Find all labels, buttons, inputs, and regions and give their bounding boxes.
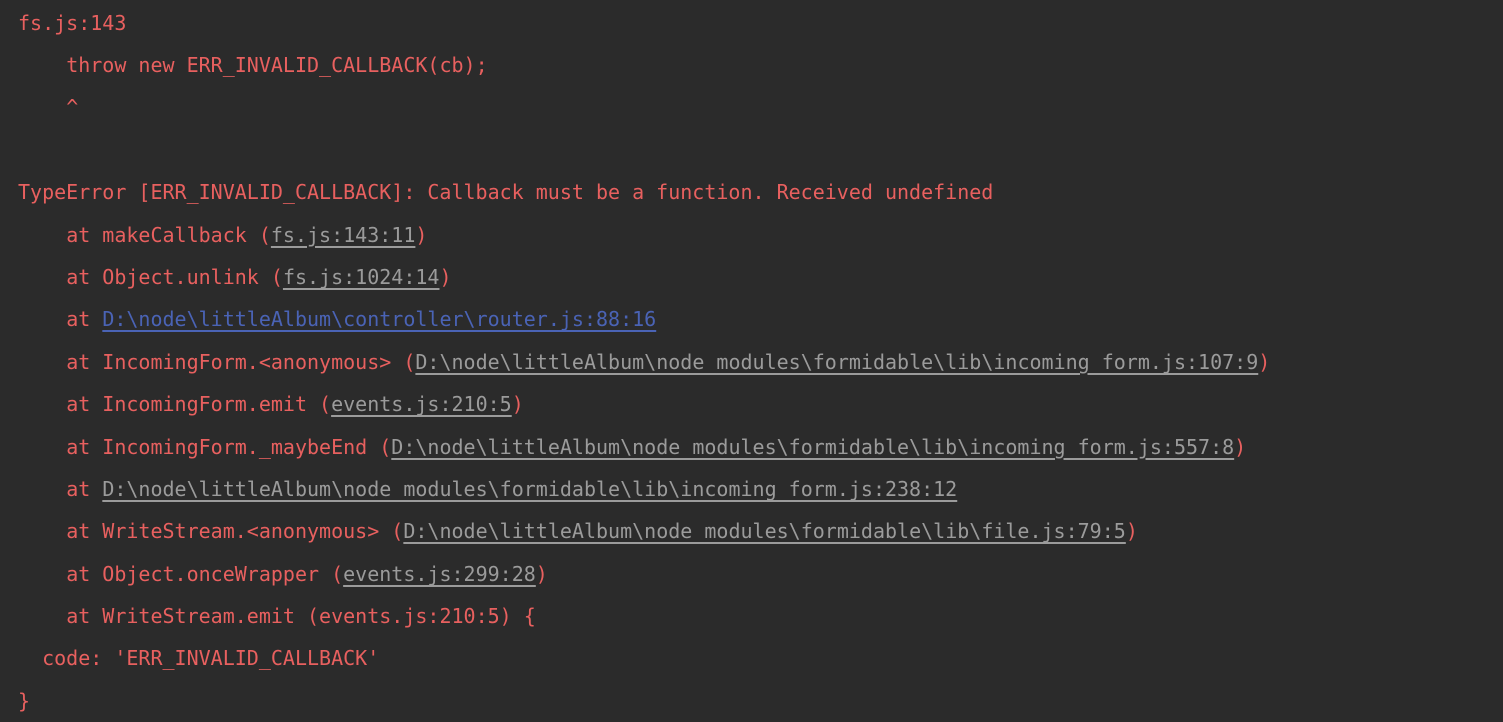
stack-trace-line: at D:\node\littleAlbum\controller\router… [0, 298, 1503, 340]
error-text: at IncomingForm.emit ( [66, 392, 332, 417]
error-text: ) [1258, 349, 1271, 374]
stack-trace-line: at makeCallback (fs.js:143:11) [0, 214, 1503, 256]
source-location-ref[interactable]: D:\node\littleAlbum\node_modules\formida… [403, 519, 1125, 543]
terminal-output[interactable]: fs.js:143 throw new ERR_INVALID_CALLBACK(… [0, 0, 1503, 713]
error-text: ) [535, 561, 548, 586]
source-location-ref[interactable]: D:\node\littleAlbum\node_modules\formida… [391, 435, 1234, 459]
error-text: at IncomingForm._maybeEnd ( [66, 434, 392, 459]
error-text: } [18, 688, 31, 713]
source-location-ref[interactable]: fs.js:1024:14 [283, 265, 440, 289]
stack-trace-line: at IncomingForm._maybeEnd (D:\node\littl… [0, 426, 1503, 468]
stack-trace-line: at WriteStream.<anonymous> (D:\node\litt… [0, 510, 1503, 552]
source-location-ref[interactable]: events.js:299:28 [343, 562, 536, 586]
stack-trace-line: at WriteStream.emit (events.js:210:5) { [0, 595, 1503, 637]
error-text: TypeError [ERR_INVALID_CALLBACK]: Callba… [18, 180, 994, 205]
error-text: at Object.onceWrapper ( [66, 561, 344, 586]
stack-trace-line: at Object.onceWrapper (events.js:299:28) [0, 553, 1503, 595]
error-text [18, 138, 30, 162]
error-text: at WriteStream.emit (events.js:210:5) { [66, 604, 536, 629]
error-text: ) [1125, 519, 1138, 544]
error-text: at Object.unlink ( [66, 264, 283, 289]
error-text: ) [1234, 434, 1247, 459]
stack-trace-line: ^ [0, 86, 1503, 128]
source-file-link[interactable]: D:\node\littleAlbum\controller\router.js… [102, 307, 656, 331]
error-text: throw new ERR_INVALID_CALLBACK(cb); [66, 53, 488, 77]
source-location-ref[interactable]: D:\node\littleAlbum\node_modules\formida… [102, 477, 957, 501]
error-text: code: 'ERR_INVALID_CALLBACK' [42, 646, 380, 671]
stack-trace-line [0, 129, 1503, 171]
error-text: fs.js:143 [18, 11, 127, 35]
error-text: ) [415, 222, 428, 247]
stack-trace-line: TypeError [ERR_INVALID_CALLBACK]: Callba… [0, 171, 1503, 213]
stack-trace-line: at Object.unlink (fs.js:1024:14) [0, 256, 1503, 298]
source-location-ref[interactable]: events.js:210:5 [331, 392, 512, 416]
error-text: ^ [66, 95, 79, 120]
error-text: ) [511, 392, 524, 417]
source-location-ref[interactable]: D:\node\littleAlbum\node_modules\formida… [415, 350, 1258, 374]
error-text: at [66, 307, 103, 332]
stack-trace-line: at D:\node\littleAlbum\node_modules\form… [0, 468, 1503, 510]
stack-trace-line: } [0, 680, 1503, 722]
stack-trace-line: at IncomingForm.emit (events.js:210:5) [0, 383, 1503, 425]
stack-trace-line: throw new ERR_INVALID_CALLBACK(cb); [0, 44, 1503, 86]
stack-trace-line: code: 'ERR_INVALID_CALLBACK' [0, 637, 1503, 679]
error-text: at makeCallback ( [66, 222, 271, 247]
error-text: ) [439, 264, 452, 289]
stack-trace-line: fs.js:143 [0, 0, 1503, 44]
stack-trace-line: at IncomingForm.<anonymous> (D:\node\lit… [0, 341, 1503, 383]
error-text: at WriteStream.<anonymous> ( [66, 519, 404, 544]
source-location-ref[interactable]: fs.js:143:11 [271, 223, 416, 247]
error-text: at [66, 476, 103, 501]
error-text: at IncomingForm.<anonymous> ( [66, 349, 416, 374]
